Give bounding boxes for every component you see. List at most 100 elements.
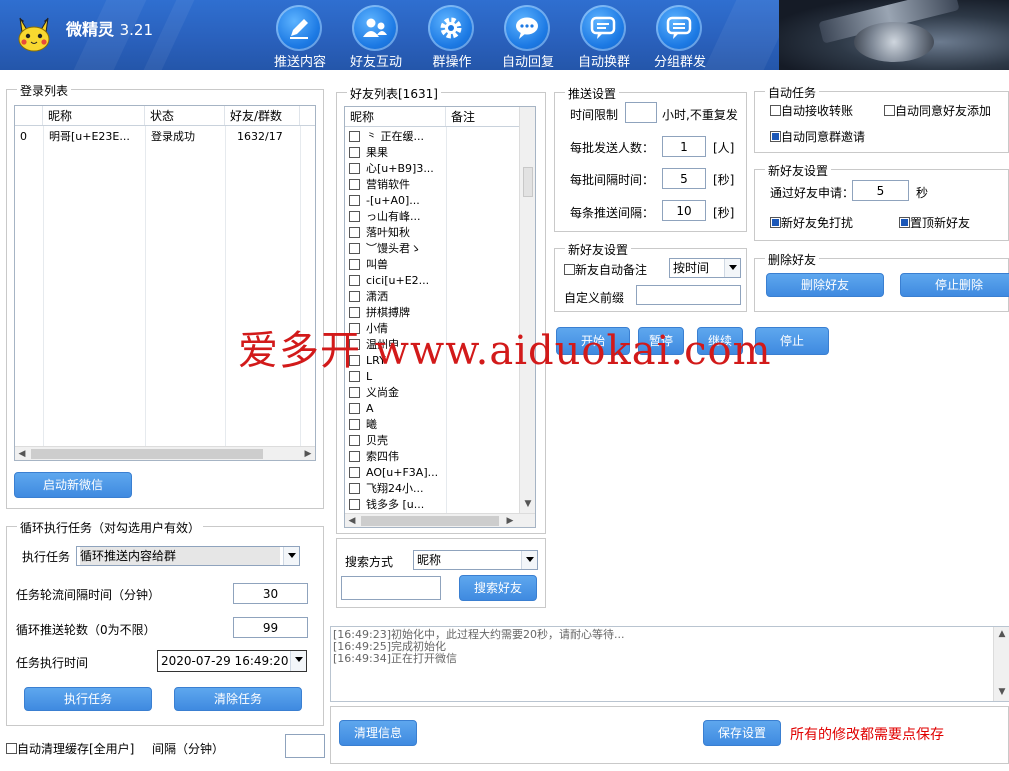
accept-transfer-checkbox[interactable]: 自动接收转账 (770, 102, 853, 119)
search-friend-button[interactable]: 搜索好友 (459, 575, 537, 601)
auto-remark-check[interactable] (564, 264, 575, 275)
friend-checkbox[interactable] (349, 450, 360, 462)
stop-delete-button[interactable]: 停止删除 (900, 273, 1009, 297)
tab-auto-reply[interactable]: 自动回复 (490, 0, 566, 70)
friend-checkbox[interactable] (349, 178, 360, 190)
friend-checkbox[interactable] (349, 418, 360, 430)
calendar-dropdown-icon[interactable] (290, 651, 306, 671)
scroll-down-icon[interactable]: ▼ (996, 687, 1008, 699)
friend-checkbox[interactable] (349, 130, 360, 142)
start-button[interactable]: 开始 (556, 327, 630, 355)
loop-rounds-input[interactable]: 99 (233, 617, 308, 638)
friend-table-vscrollbar[interactable]: ▼ (519, 107, 535, 513)
pause-button[interactable]: 暂停 (638, 327, 684, 355)
scroll-down-icon[interactable]: ▼ (522, 499, 534, 511)
apply-delay-input[interactable]: 5 (852, 180, 909, 201)
friend-list-item[interactable]: A (349, 400, 374, 416)
column-header-nickname[interactable]: 昵称 (345, 107, 446, 126)
friend-list-item[interactable]: cici[u+E2... (349, 272, 429, 288)
friend-checkbox[interactable] (349, 274, 360, 286)
auto-clear-cache-check[interactable] (6, 743, 17, 754)
friend-checkbox[interactable] (349, 194, 360, 206)
friend-list-item[interactable]: ⺀ 正在缓... (349, 128, 424, 144)
column-header-counts[interactable]: 好友/群数 (225, 106, 300, 125)
log-panel[interactable]: [16:49:23]初始化中，此过程大约需要20秒，请耐心等待... [16:4… (330, 626, 1009, 702)
delete-friend-button[interactable]: 删除好友 (766, 273, 884, 297)
friend-list-item[interactable]: 落叶知秋 (349, 224, 410, 240)
batch-interval-input[interactable]: 5 (662, 168, 706, 189)
resume-button[interactable]: 继续 (697, 327, 743, 355)
tab-push-content[interactable]: 推送内容 (262, 0, 338, 70)
chevron-down-icon[interactable] (521, 551, 537, 569)
chevron-down-icon[interactable] (724, 259, 740, 277)
tab-auto-switch-group[interactable]: 自动换群 (566, 0, 642, 70)
run-task-button[interactable]: 执行任务 (24, 687, 152, 711)
friend-list-item[interactable]: 曦 (349, 416, 377, 432)
table-row[interactable]: 0 明哥[u+E23E... 登录成功 1632/17 (15, 128, 315, 146)
friend-list-item[interactable]: 温州申 (349, 336, 399, 352)
friend-list-item[interactable]: LRY (349, 352, 386, 368)
login-table-hscrollbar[interactable]: ◀ ▶ (15, 446, 315, 460)
friend-list-item[interactable]: 义尚金 (349, 384, 399, 400)
friend-list-item[interactable]: っ山有峰... (349, 208, 421, 224)
accept-group-invite-checkbox[interactable]: 自动同意群邀请 (770, 128, 865, 145)
pin-new-friend-checkbox[interactable]: 置顶新好友 (899, 214, 970, 231)
accept-friend-checkbox[interactable]: 自动同意好友添加 (884, 102, 991, 119)
stop-button[interactable]: 停止 (755, 327, 829, 355)
exec-time-picker[interactable]: 2020-07-29 16:49:20 (157, 650, 307, 672)
new-friend-dnd-check[interactable] (770, 217, 781, 228)
friend-checkbox[interactable] (349, 258, 360, 270)
friend-list-item[interactable]: ︶馒头君ゝ (349, 240, 421, 256)
friend-checkbox[interactable] (349, 290, 360, 302)
cache-interval-input[interactable] (285, 734, 325, 758)
friend-list-item[interactable]: L (349, 368, 372, 384)
friend-list-item[interactable]: 贝壳 (349, 432, 388, 448)
friend-list-item[interactable]: 营销软件 (349, 176, 410, 192)
accept-group-invite-check[interactable] (770, 131, 781, 142)
new-friend-dnd-checkbox[interactable]: 新好友免打扰 (770, 214, 853, 231)
custom-prefix-input[interactable] (636, 285, 741, 305)
friend-checkbox[interactable] (349, 162, 360, 174)
friend-list-item[interactable]: 拼棋搏牌 (349, 304, 410, 320)
tab-group-operations[interactable]: 群操作 (414, 0, 490, 70)
batch-size-input[interactable]: 1 (662, 136, 706, 157)
friend-checkbox[interactable] (349, 210, 360, 222)
each-interval-input[interactable]: 10 (662, 200, 706, 221)
search-input[interactable] (341, 576, 441, 600)
friend-checkbox[interactable] (349, 402, 360, 414)
scroll-left-icon[interactable]: ◀ (345, 515, 359, 527)
friend-list-item[interactable]: 潇洒 (349, 288, 388, 304)
column-header-nickname[interactable]: 昵称 (43, 106, 145, 125)
friend-checkbox[interactable] (349, 322, 360, 334)
friend-list-item[interactable]: -[u+A0]... (349, 192, 420, 208)
exec-task-select[interactable]: 循环推送内容给群 (76, 546, 300, 566)
loop-interval-input[interactable]: 30 (233, 583, 308, 604)
friend-checkbox[interactable] (349, 146, 360, 158)
scroll-up-icon[interactable]: ▲ (996, 629, 1008, 641)
friend-checkbox[interactable] (349, 498, 360, 510)
search-mode-select[interactable]: 昵称 (413, 550, 538, 570)
friend-table-hscrollbar[interactable]: ◀ ▶ (345, 513, 535, 527)
friend-checkbox[interactable] (349, 306, 360, 318)
friend-list-item[interactable]: 心[u+B9]3... (349, 160, 434, 176)
friend-checkbox[interactable] (349, 370, 360, 382)
friend-list-item[interactable]: 叫兽 (349, 256, 388, 272)
tab-group-broadcast[interactable]: 分组群发 (642, 0, 718, 70)
scroll-right-icon[interactable]: ▶ (301, 448, 315, 460)
scroll-right-icon[interactable]: ▶ (503, 515, 517, 527)
friend-list-item[interactable]: 果果 (349, 144, 388, 160)
friend-checkbox[interactable] (349, 226, 360, 238)
friend-list-item[interactable]: 飞翔24小... (349, 480, 424, 496)
friend-checkbox[interactable] (349, 338, 360, 350)
friend-checkbox[interactable] (349, 482, 360, 494)
tab-friend-interaction[interactable]: 好友互动 (338, 0, 414, 70)
friend-checkbox[interactable] (349, 386, 360, 398)
friend-list-item[interactable]: 钱多多 [u... (349, 496, 424, 512)
friend-list-item[interactable]: 索四伟 (349, 448, 399, 464)
start-new-wechat-button[interactable]: 启动新微信 (14, 472, 132, 498)
chevron-down-icon[interactable] (283, 547, 299, 565)
save-settings-button[interactable]: 保存设置 (703, 720, 781, 746)
pin-new-friend-check[interactable] (899, 217, 910, 228)
clear-info-button[interactable]: 清理信息 (339, 720, 417, 746)
friend-checkbox[interactable] (349, 354, 360, 366)
